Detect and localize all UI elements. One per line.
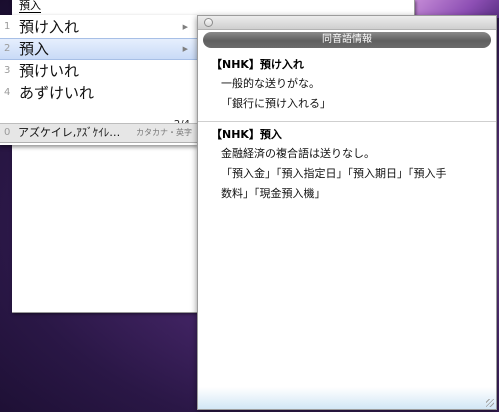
candidate-number: 2 [4,43,11,54]
candidate-number: 4 [4,87,11,98]
entry-title: 【NHK】預け入れ [211,58,304,71]
triangle-right-icon: ▶ [182,45,188,53]
entry-line: 金融経済の複合語は送りなし。 [221,147,375,160]
resize-grip-icon[interactable] [486,399,494,407]
conversion-hint: カタカナ・英字 [136,128,192,137]
inline-input-text: 預入 [19,0,41,13]
candidate-word: あずけいれ [19,84,95,102]
candidate-alt-conversion[interactable]: 0 アズケイレ,ｱｽﾞｹｲﾚ… カタカナ・英字 [0,123,198,143]
candidate-word: アズケイレ,ｱｽﾞｹｲﾚ… [18,126,121,139]
candidate-number: 1 [4,21,11,32]
panel-titlebar[interactable] [198,16,496,30]
candidate-item-4[interactable]: 4 あずけいれ [0,82,198,104]
entry-line: 「預入金」「預入指定日」「預入期日」「預入手 [221,167,447,180]
entry-line: 「銀行に預け入れる」 [221,97,331,110]
close-icon[interactable] [204,18,213,27]
entry-2: 【NHK】預入 金融経済の複合語は送りなし。 「預入金」「預入指定日」「預入期日… [211,126,491,204]
candidate-word: 預け入れ [19,18,80,36]
entry-1: 【NHK】預け入れ 一般的な送りがな。 「銀行に預け入れる」 [211,56,491,114]
panel-header: 同音語情報 [203,32,491,48]
candidate-number: 3 [4,65,11,76]
candidate-item-2[interactable]: 2 預入 ▶ [0,38,198,60]
candidate-word: 預入 [19,40,50,58]
candidate-number: 0 [4,127,11,138]
entry-line: 一般的な送りがな。 [221,77,320,90]
panel-footer [198,387,496,409]
entry-divider [198,121,496,122]
entry-title: 【NHK】預入 [211,128,282,141]
triangle-right-icon: ▶ [182,23,188,31]
candidate-item-3[interactable]: 3 預けいれ [0,60,198,82]
candidate-item-1[interactable]: 1 預け入れ ▶ [0,16,198,38]
entry-line: 数料」「現金預入機」 [221,187,326,200]
candidate-word: 預けいれ [19,62,80,80]
homophone-info-panel: 同音語情報 【NHK】預け入れ 一般的な送りがな。 「銀行に預け入れる」 【NH… [197,15,497,410]
